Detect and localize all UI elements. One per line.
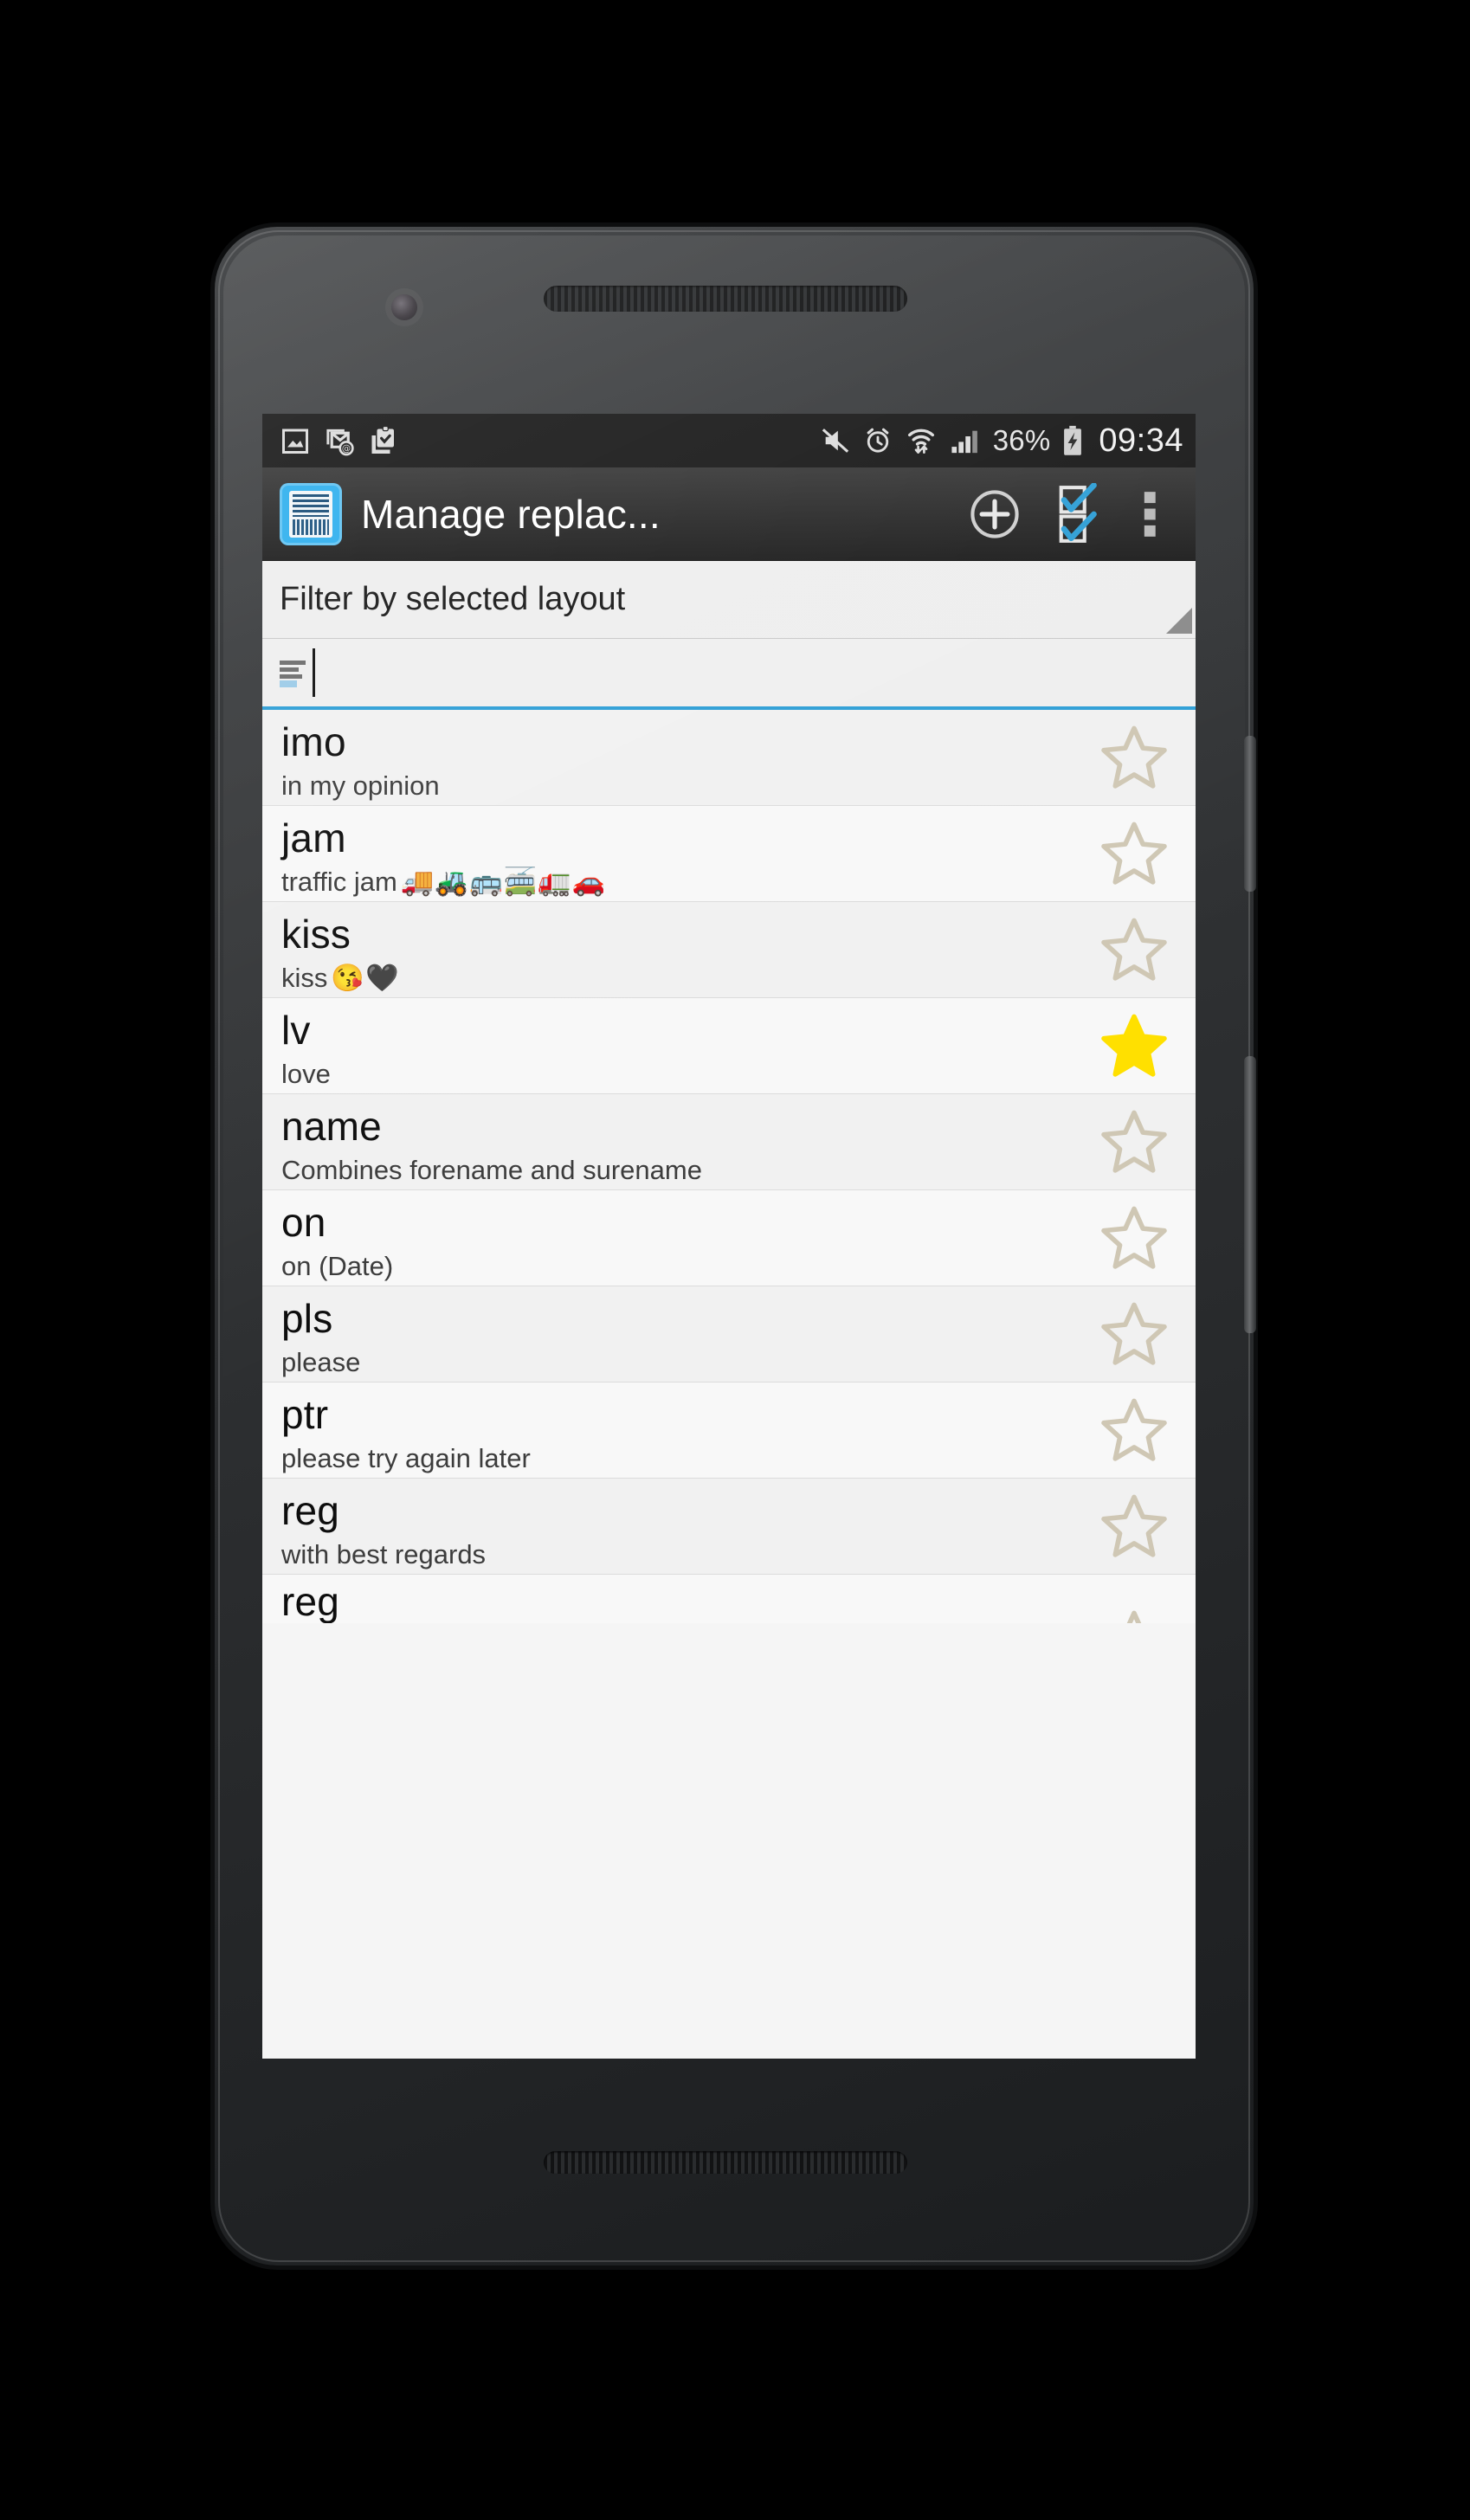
list-item[interactable]: name Combines forename and surename [262, 1094, 1196, 1190]
list-item[interactable]: reg with best regards [262, 1479, 1196, 1575]
plus-circle-icon [970, 489, 1019, 538]
layout-filter-spinner[interactable]: Filter by selected layout [262, 561, 1196, 639]
bottom-speaker [544, 2151, 907, 2174]
search-input[interactable] [262, 639, 1196, 710]
list-item[interactable]: lv love [262, 998, 1196, 1094]
status-bar-right-icons: 36% 09:34 [820, 422, 1183, 460]
list-item[interactable]: kiss kiss 😘🖤 [262, 902, 1196, 998]
list-item-emoji: 😘🖤 [331, 963, 400, 994]
favorite-star-icon[interactable] [1097, 721, 1171, 794]
dropdown-triangle-icon [1166, 608, 1192, 634]
page-title: Manage replac... [361, 491, 661, 537]
keyboard-app-icon [280, 482, 342, 545]
list-item-value: with best regards [281, 1538, 487, 1569]
svg-text:@: @ [342, 445, 351, 454]
action-bar: Manage replac... [262, 467, 1196, 561]
list-item-key: imo [281, 719, 346, 765]
list-item-value: love [281, 1058, 331, 1089]
list-item-key: lv [281, 1008, 311, 1054]
signal-bars-icon [951, 430, 977, 454]
text-caret [313, 648, 315, 697]
add-button[interactable] [953, 473, 1036, 556]
screenshot-stage: @ 36% 09:34 Manage replac... Filter by s… [0, 0, 1470, 2520]
list-item-key: reg [281, 1488, 340, 1534]
list-item-value: in my opinion [281, 770, 440, 801]
favorite-star-icon[interactable] [1097, 1490, 1171, 1563]
image-icon [282, 429, 308, 454]
list-item-key: kiss [281, 911, 351, 957]
list-item-value: Combines forename and surename [281, 1154, 702, 1185]
favorite-star-icon[interactable] [1097, 1298, 1171, 1370]
battery-charging-icon [1064, 425, 1082, 455]
list-item-value-wrap: with best regards [281, 1539, 1066, 1570]
status-bar: @ 36% 09:34 [262, 414, 1196, 467]
favorite-star-icon[interactable] [1097, 1202, 1171, 1274]
list-item-value: on (Date) [281, 1250, 394, 1281]
list-item-value-wrap: please try again later [281, 1443, 1066, 1474]
list-item-value-wrap: please [281, 1347, 1066, 1378]
checkbox-multi-select-icon [1059, 482, 1097, 543]
layout-filter-label: Filter by selected layout [280, 581, 626, 617]
list-item-value-wrap: on (Date) [281, 1251, 1066, 1282]
phone-screen: @ 36% 09:34 Manage replac... Filter by s… [262, 414, 1196, 2059]
list-item[interactable]: pls please [262, 1286, 1196, 1382]
more-vertical-icon [1144, 491, 1156, 537]
list-item-value: please [281, 1346, 361, 1377]
list-item-value-wrap: traffic jam 🚚🚜🚌🚎🚛🚗 [281, 866, 1066, 898]
list-item-value: kiss [281, 962, 328, 993]
favorite-star-icon[interactable] [1097, 1105, 1171, 1178]
list-item-value: traffic jam [281, 866, 397, 897]
favorite-star-icon[interactable] [1097, 1009, 1171, 1082]
clock: 09:34 [1099, 422, 1183, 459]
list-item-key: ptr [281, 1392, 329, 1438]
list-item[interactable]: ptr please try again later [262, 1382, 1196, 1479]
mail-at-icon: @ [326, 429, 354, 456]
list-item[interactable]: jam traffic jam 🚚🚜🚌🚎🚛🚗 [262, 806, 1196, 902]
clipboard-check-icon [371, 425, 394, 454]
list-item-key: pls [281, 1296, 333, 1342]
list-item-key: jam [281, 815, 346, 860]
status-bar-left-icons: @ [280, 425, 399, 456]
alarm-icon [867, 428, 889, 453]
favorite-star-icon[interactable] [1097, 817, 1171, 890]
favorite-star-icon[interactable] [1097, 913, 1171, 986]
list-item-value-wrap: in my opinion [281, 770, 1066, 802]
power-button[interactable] [1244, 736, 1256, 892]
favorite-star-icon[interactable] [1097, 1394, 1171, 1466]
overflow-button[interactable] [1119, 473, 1180, 556]
select-all-button[interactable] [1036, 473, 1119, 556]
favorite-star-icon[interactable] [1097, 1606, 1171, 1623]
mute-icon [822, 429, 848, 453]
layout-lines-icon [280, 659, 309, 687]
list-item-key: on [281, 1200, 326, 1246]
list-item-value-wrap: Combines forename and surename [281, 1155, 1066, 1186]
list-item-value-wrap: kiss 😘🖤 [281, 962, 1066, 994]
list-item[interactable]: reg [262, 1575, 1196, 1623]
list-item-emoji: 🚚🚜🚌🚎🚛🚗 [400, 867, 607, 898]
replacement-list[interactable]: imo in my opinion jam traffic jam 🚚🚜🚌🚎🚛🚗 [262, 710, 1196, 1623]
list-item-key: reg [281, 1578, 340, 1623]
list-item[interactable]: imo in my opinion [262, 710, 1196, 806]
list-item[interactable]: on on (Date) [262, 1190, 1196, 1286]
list-item-value-wrap: love [281, 1059, 1066, 1090]
volume-button[interactable] [1244, 1056, 1256, 1333]
battery-percent: 36% [992, 424, 1051, 456]
front-camera-icon [391, 294, 417, 320]
list-item-key: name [281, 1104, 382, 1150]
list-item-value: please try again later [281, 1442, 531, 1473]
earpiece-speaker [544, 286, 907, 312]
wifi-transfer-icon [907, 429, 934, 454]
